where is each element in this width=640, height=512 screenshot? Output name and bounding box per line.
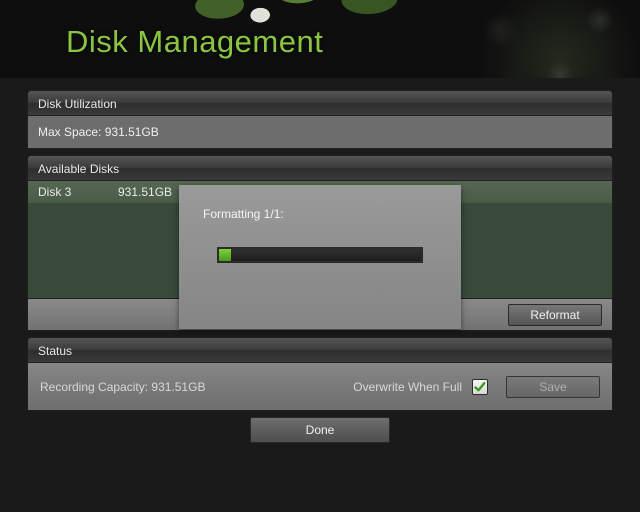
format-progress [217, 247, 423, 263]
reformat-button[interactable]: Reformat [508, 304, 602, 326]
max-space-label: Max Space: [38, 125, 101, 139]
done-button[interactable]: Done [250, 417, 390, 443]
format-progress-fill [219, 249, 231, 261]
page-title: Disk Management [66, 24, 323, 60]
disk-name: Disk 3 [28, 181, 118, 203]
recording-capacity-label: Recording Capacity: [40, 380, 148, 394]
check-icon [474, 381, 486, 393]
overwrite-checkbox[interactable] [472, 379, 488, 395]
recording-capacity-value: 931.51GB [151, 380, 205, 394]
utilization-body: Max Space: 931.51GB [27, 116, 613, 149]
section-heading-utilization: Disk Utilization [27, 90, 613, 116]
overwrite-label: Overwrite When Full [353, 380, 462, 394]
section-heading-disks: Available Disks [27, 155, 613, 181]
status-body: Recording Capacity: 931.51GB Overwrite W… [27, 363, 613, 411]
formatting-dialog: Formatting 1/1: [179, 185, 461, 329]
max-space-value: 931.51GB [105, 125, 159, 139]
save-button[interactable]: Save [506, 376, 600, 398]
formatting-label: Formatting 1/1: [203, 207, 437, 221]
section-heading-status: Status [27, 337, 613, 363]
